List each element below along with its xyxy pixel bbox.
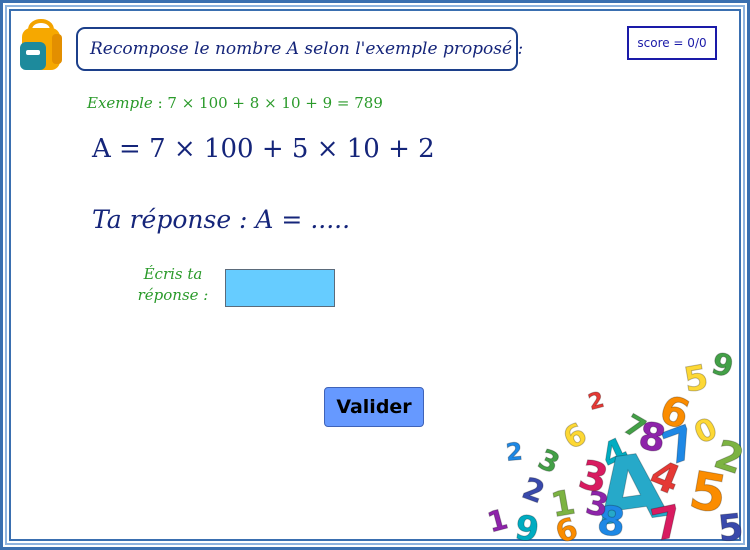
number-formula: A = 7 × 100 + 5 × 10 + 2 [92,134,435,164]
number-decoration: 2 [505,437,524,466]
answer-prompt: Ta réponse : A = ..... [92,205,351,234]
write-answer-label: Écris ta réponse : [137,265,209,304]
example-line: Exemple : 7 × 100 + 8 × 10 + 9 = 789 [87,94,383,112]
instruction-box: Recompose le nombre A selon l'exemple pr… [76,27,523,71]
validate-button[interactable]: Valider [324,387,424,427]
numbers-pile-svg: 2 659784312 A 56381 9 725460723 [483,346,745,545]
number-decoration: 2 [586,388,607,416]
number-decoration: 9 [708,346,737,385]
answer-input[interactable] [225,269,335,307]
example-label: Exemple [87,94,153,112]
number-decoration: 1 [484,502,511,539]
instruction-text: Recompose le nombre A selon l'exemple pr… [90,39,524,59]
numbers-pile-decoration: 2659784312A563819725460723 [470,330,745,545]
number-decoration: 5 [716,507,745,545]
example-expression: : 7 × 100 + 8 × 10 + 9 = 789 [152,94,383,112]
score-box: score = 0/0 [627,26,717,60]
number-decoration: 6 [551,511,583,545]
score-text: score = 0/0 [637,36,707,50]
number-decoration: 9 [512,507,542,545]
backpack-icon [20,19,62,70]
